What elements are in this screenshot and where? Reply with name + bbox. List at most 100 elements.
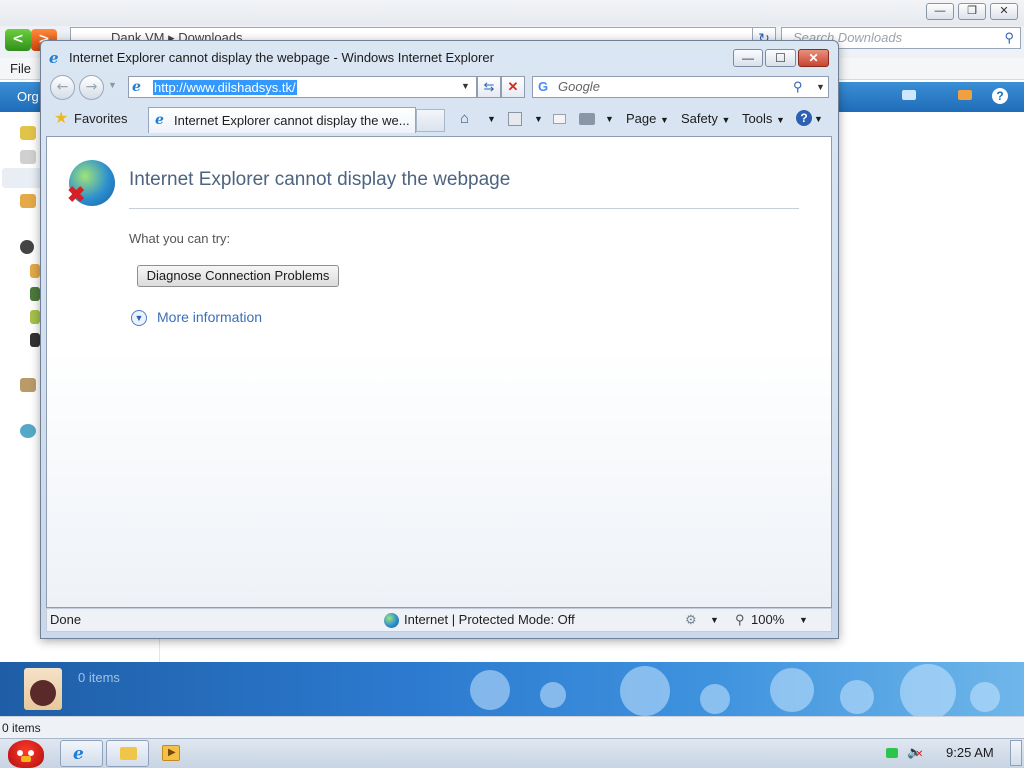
downloads-nav-item[interactable] <box>2 168 42 188</box>
taskbar-internet-explorer-button[interactable]: e <box>60 740 103 767</box>
ie-statusbar: Done Internet | Protected Mode: Off ⚙ ▼ … <box>46 608 832 632</box>
preview-pane-icon[interactable] <box>958 90 972 100</box>
help-dropdown-icon[interactable]: ▼ <box>814 109 823 129</box>
google-logo-icon: G <box>538 79 549 94</box>
error-x-icon: ✖ <box>67 182 86 207</box>
ie-search-input[interactable]: G Google ⚲ ▼ <box>532 76 829 98</box>
network-tray-icon[interactable] <box>886 748 898 758</box>
read-mail-icon[interactable] <box>553 114 566 124</box>
menu-file[interactable]: File <box>10 61 31 76</box>
taskbar-explorer-button[interactable] <box>106 740 149 767</box>
feeds-icon[interactable] <box>508 112 522 126</box>
volume-muted-icon[interactable]: 🔈 ✕ <box>907 745 925 761</box>
zoom-icon[interactable]: ⚲ <box>735 609 745 631</box>
recent-pages-dropdown-icon[interactable]: ▼ <box>108 80 117 90</box>
tab-label: Internet Explorer cannot display the we.… <box>174 113 410 128</box>
videos-icon[interactable] <box>30 333 40 347</box>
angry-bird-icon <box>8 740 44 768</box>
view-icon[interactable] <box>902 90 916 100</box>
ie-maximize-button[interactable]: ☐ <box>765 49 796 67</box>
ie-close-button[interactable]: ✕ <box>798 49 829 67</box>
forward-button[interactable]: → <box>79 75 104 100</box>
protected-mode-dropdown-icon[interactable]: ▼ <box>710 609 719 631</box>
tools-menu-dropdown-icon: ▼ <box>775 115 785 125</box>
ie-logo-icon: e <box>49 49 59 67</box>
error-heading: Internet Explorer cannot display the web… <box>129 169 511 190</box>
page-menu-label: Page <box>626 111 657 126</box>
explorer-details-pane: 0 items <box>0 662 1024 716</box>
explorer-minimize-button[interactable]: — <box>926 3 954 20</box>
globe-error-icon: ✖ <box>67 160 115 207</box>
help-icon[interactable]: ? <box>796 110 812 126</box>
expand-chevron-icon[interactable]: ▼ <box>131 310 147 326</box>
folder-icon[interactable] <box>20 194 36 208</box>
ie-minimize-button[interactable]: — <box>733 49 763 67</box>
pictures-icon[interactable] <box>30 310 40 324</box>
stop-icon[interactable]: ✕ <box>501 76 525 98</box>
status-items-count: 0 items <box>2 721 41 735</box>
home-icon[interactable]: ⌂ <box>460 109 469 129</box>
taskbar <box>0 738 1024 768</box>
safety-menu-button[interactable]: Safety ▼ <box>681 109 730 129</box>
back-arrow-icon[interactable]: < <box>5 29 31 51</box>
favorites-star-icon[interactable] <box>20 126 36 140</box>
safety-menu-label: Safety <box>681 111 718 126</box>
more-information-link[interactable]: More information <box>157 309 262 325</box>
network-icon[interactable] <box>20 424 36 438</box>
what-you-can-try-label: What you can try: <box>129 231 231 246</box>
explorer-statusbar: 0 items <box>0 716 1024 738</box>
documents-icon[interactable] <box>30 264 40 278</box>
new-tab-button[interactable] <box>416 109 445 132</box>
ie-tab-active[interactable]: e Internet Explorer cannot display the w… <box>148 107 416 133</box>
security-zone-text[interactable]: Internet | Protected Mode: Off <box>404 609 575 631</box>
page-menu-dropdown-icon: ▼ <box>660 115 669 125</box>
favorites-button[interactable]: ★ Favorites <box>52 108 127 130</box>
tools-menu-label: Tools <box>742 111 773 126</box>
organize-button[interactable]: Org <box>17 89 39 104</box>
feeds-dropdown-icon[interactable]: ▼ <box>534 109 543 129</box>
explorer-maximize-button[interactable]: ❐ <box>958 3 986 20</box>
page-menu-button[interactable]: Page ▼ <box>626 109 669 129</box>
zoom-dropdown-icon[interactable]: ▼ <box>799 609 808 631</box>
tools-menu-button[interactable]: Tools ▼ <box>742 109 785 129</box>
music-icon[interactable] <box>30 287 40 301</box>
explorer-titlebar <box>0 0 1024 26</box>
favorites-label: Favorites <box>74 111 128 126</box>
desktop-icon[interactable] <box>20 150 36 164</box>
divider <box>129 208 799 209</box>
show-desktop-button[interactable] <box>1010 740 1022 766</box>
search-icon[interactable]: ⚲ <box>1004 28 1014 48</box>
compatibility-view-icon[interactable]: ⇆ <box>477 76 501 98</box>
computer-icon[interactable] <box>20 378 36 392</box>
home-dropdown-icon[interactable]: ▼ <box>487 109 496 129</box>
folder-icon <box>120 747 137 760</box>
print-icon[interactable] <box>579 113 595 125</box>
favorites-star-icon: ★ <box>54 110 69 127</box>
start-button[interactable] <box>2 738 50 768</box>
ie-content-area <box>46 136 832 608</box>
page-icon: e <box>132 79 141 95</box>
ie-window-title: Internet Explorer cannot display the web… <box>69 50 494 65</box>
address-dropdown-icon[interactable]: ▼ <box>461 81 470 91</box>
folder-thumbnail-icon <box>24 668 62 710</box>
back-button[interactable]: ← <box>50 75 75 100</box>
help-icon[interactable]: ? <box>992 88 1008 104</box>
status-done-text: Done <box>50 612 82 627</box>
explorer-close-button[interactable]: ✕ <box>990 3 1018 20</box>
details-items-count: 0 items <box>78 670 120 685</box>
ie-logo-icon: e <box>73 744 84 764</box>
internet-zone-icon <box>384 613 399 628</box>
protected-mode-icon[interactable]: ⚙ <box>685 609 697 631</box>
diagnose-connection-button[interactable]: Diagnose Connection Problems <box>137 265 339 287</box>
libraries-icon[interactable] <box>20 240 34 254</box>
ie-search-placeholder: Google <box>558 79 600 94</box>
zoom-level[interactable]: 100% <box>751 609 784 631</box>
print-dropdown-icon[interactable]: ▼ <box>605 109 614 129</box>
media-player-icon[interactable]: ▶ <box>162 745 180 761</box>
safety-menu-dropdown-icon: ▼ <box>721 115 731 125</box>
search-options-dropdown-icon[interactable]: ▼ <box>816 77 825 97</box>
taskbar-clock[interactable]: 9:25 AM <box>946 745 994 760</box>
search-icon[interactable]: ⚲ <box>793 77 803 97</box>
tab-page-icon: e <box>155 112 164 128</box>
ie-url-text[interactable]: http://www.dilshadsys.tk/ <box>153 80 297 95</box>
